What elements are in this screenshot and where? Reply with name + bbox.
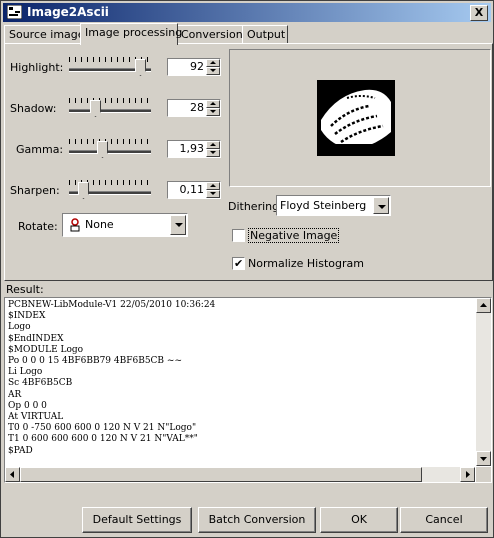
shadow-spinbox[interactable]: 28	[167, 99, 221, 117]
shadow-label: Shadow:	[10, 102, 57, 115]
close-button[interactable]: X	[470, 5, 488, 21]
spin-down-icon[interactable]	[206, 149, 220, 157]
tab-source-image[interactable]: Source image	[4, 25, 85, 44]
scroll-right-icon[interactable]	[460, 467, 475, 482]
tab-output[interactable]: Output	[242, 25, 288, 44]
button-label: Default Settings	[92, 513, 182, 526]
preview-image	[317, 80, 395, 156]
spin-down-icon[interactable]	[206, 67, 220, 75]
scroll-down-icon[interactable]	[476, 451, 491, 466]
result-line: T0 0 -750 600 600 0 120 N V 21 N"Logo"	[8, 423, 197, 434]
scroll-left-icon[interactable]	[5, 467, 20, 482]
gamma-value: 1,93	[179, 142, 205, 155]
batch-conversion-button[interactable]: Batch Conversion	[198, 507, 316, 533]
highlight-label: Highlight:	[10, 61, 64, 74]
result-line: Logo	[8, 322, 31, 333]
horizontal-scrollbar[interactable]	[5, 467, 475, 482]
sharpen-spinbox[interactable]: 0,11	[167, 181, 221, 199]
checkmark-icon: ✔	[234, 257, 244, 270]
result-line: Li Logo	[8, 367, 43, 378]
rotate-dropdown[interactable]: None	[62, 213, 188, 237]
tab-image-processing[interactable]: Image processing	[80, 23, 182, 45]
scroll-up-icon[interactable]	[476, 298, 491, 313]
result-line: PCBNEW-LibModule-V1 22/05/2010 10:36:24	[8, 300, 216, 310]
result-line: Po 0 0 0 15 4BF6BB79 4BF6B5CB ~~	[8, 356, 182, 367]
dithering-label: Dithering:	[228, 200, 283, 213]
slider-ticks	[69, 98, 153, 103]
negative-image-label[interactable]: Negative Image	[248, 228, 340, 243]
shadow-slider[interactable]	[69, 96, 153, 120]
slider-ticks	[69, 139, 153, 144]
rotate-value: None	[85, 218, 114, 231]
window-title: Image2Ascii	[27, 5, 109, 19]
result-line: $PAD	[8, 445, 33, 456]
result-line: $INDEX	[8, 311, 46, 322]
negative-image-checkbox[interactable]	[232, 229, 245, 242]
default-settings-button[interactable]: Default Settings	[82, 507, 192, 533]
highlight-spinbox[interactable]: 92	[167, 58, 221, 76]
vertical-scrollbar[interactable]	[476, 298, 491, 466]
gamma-slider[interactable]	[69, 137, 153, 161]
tab-label: Source image	[9, 28, 85, 41]
button-label: Batch Conversion	[208, 513, 306, 526]
tab-conversion[interactable]: Conversion	[176, 25, 245, 44]
title-bar[interactable]: Image2Ascii X	[3, 3, 491, 22]
ok-button[interactable]: OK	[320, 507, 398, 533]
app-icon	[7, 5, 22, 19]
result-line: $MODULE Logo	[8, 344, 84, 355]
result-text[interactable]: PCBNEW-LibModule-V1 22/05/2010 10:36:24 $…	[8, 300, 470, 464]
normalize-histogram-checkbox[interactable]: ✔	[232, 257, 245, 270]
result-line: T1 0 600 600 600 0 120 N V 21 N"VAL**"	[8, 434, 198, 445]
button-label: Cancel	[425, 513, 463, 526]
slider-thumb[interactable]	[135, 59, 146, 76]
spin-down-icon[interactable]	[206, 108, 220, 116]
dithering-value: Floyd Steinberg	[280, 199, 367, 212]
gamma-label: Gamma:	[16, 143, 64, 156]
result-line: AR	[8, 389, 22, 400]
sharpen-label: Sharpen:	[10, 184, 60, 197]
app-window: Image2Ascii X Source image Image process…	[0, 0, 494, 538]
result-label: Result:	[6, 283, 44, 296]
spin-up-icon[interactable]	[206, 59, 220, 67]
result-textarea[interactable]: PCBNEW-LibModule-V1 22/05/2010 10:36:24 $…	[4, 297, 492, 483]
spin-down-icon[interactable]	[206, 190, 220, 198]
sharpen-slider[interactable]	[69, 178, 153, 202]
dithering-dropdown[interactable]: Floyd Steinberg	[276, 195, 391, 216]
highlight-slider[interactable]	[69, 55, 153, 79]
slider-track	[69, 150, 151, 154]
spin-up-icon[interactable]	[206, 100, 220, 108]
tab-label: Image processing	[85, 26, 183, 39]
button-label: OK	[351, 513, 367, 526]
result-line: Sc 4BF6B5CB	[8, 378, 73, 389]
result-line: At VIRTUAL	[8, 412, 64, 423]
close-icon: X	[474, 6, 484, 19]
sharpen-value: 0,11	[179, 183, 205, 196]
rotate-label: Rotate:	[18, 220, 58, 233]
scroll-corner	[476, 467, 491, 482]
horizontal-scroll-thumb[interactable]	[20, 467, 422, 482]
chevron-down-icon[interactable]	[373, 197, 389, 214]
slider-thumb[interactable]	[97, 141, 108, 158]
image-preview	[229, 49, 491, 187]
rotate-icon	[70, 218, 80, 232]
slider-thumb[interactable]	[90, 100, 101, 117]
slider-thumb[interactable]	[78, 182, 89, 199]
shadow-value: 28	[190, 101, 204, 114]
slider-track	[69, 109, 151, 113]
result-line: Op 0 0 0	[8, 400, 47, 411]
normalize-histogram-label[interactable]: Normalize Histogram	[248, 257, 364, 270]
result-line: $EndINDEX	[8, 333, 64, 344]
chevron-down-icon[interactable]	[170, 215, 186, 235]
tab-label: Output	[247, 28, 286, 41]
highlight-value: 92	[190, 60, 204, 73]
gamma-spinbox[interactable]: 1,93	[167, 140, 221, 158]
tab-label: Conversion	[181, 28, 243, 41]
spin-up-icon[interactable]	[206, 141, 220, 149]
spin-up-icon[interactable]	[206, 182, 220, 190]
cancel-button[interactable]: Cancel	[400, 507, 488, 533]
